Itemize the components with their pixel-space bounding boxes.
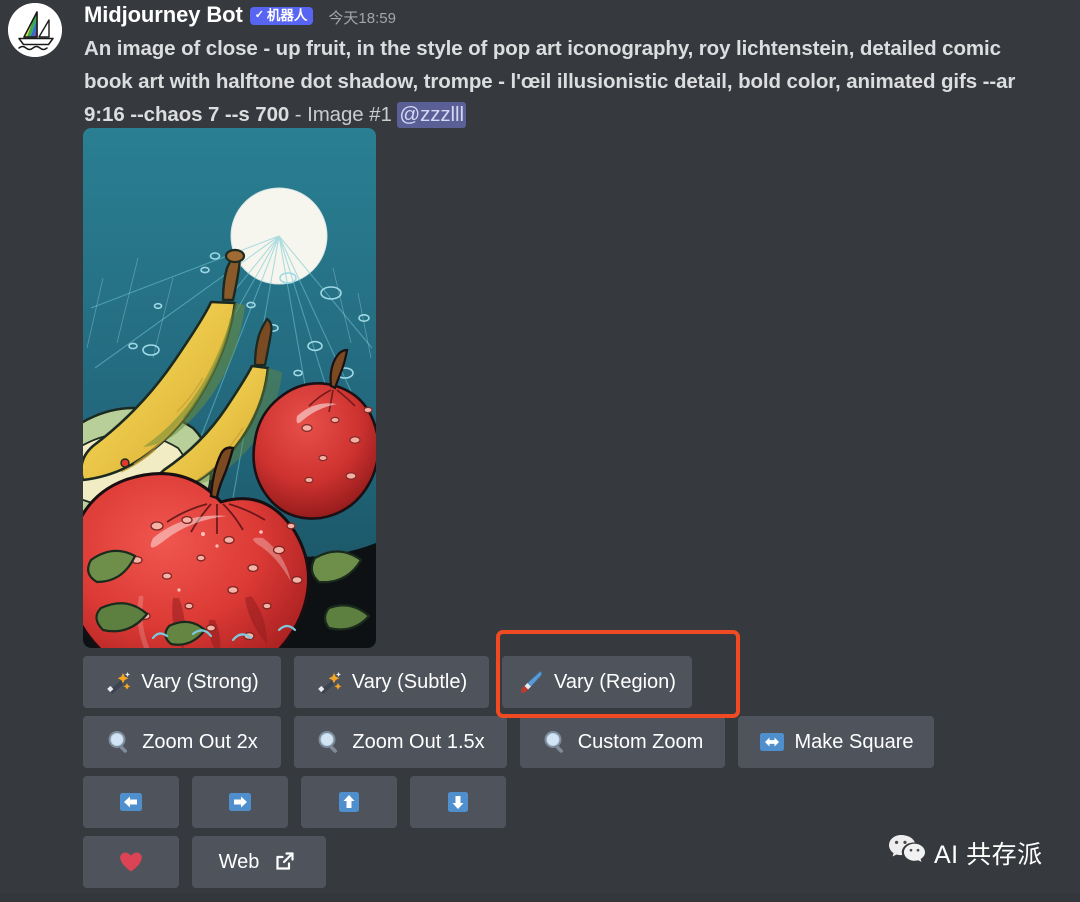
vary-region-button[interactable]: Vary (Region) xyxy=(502,656,692,708)
zoom-out-15x-label: Zoom Out 1.5x xyxy=(352,731,485,753)
action-row-4: Web xyxy=(83,836,326,888)
external-link-icon xyxy=(273,849,299,875)
custom-zoom-button[interactable]: Custom Zoom xyxy=(520,716,725,768)
vary-region-label: Vary (Region) xyxy=(554,671,676,693)
fruit-artwork-illustration xyxy=(83,128,376,648)
zoom-out-15x-button[interactable]: Zoom Out 1.5x xyxy=(294,716,507,768)
magic-wand-icon xyxy=(316,669,342,695)
discord-message-view: Midjourney Bot ✓ 机器人 今天18:59 An image of … xyxy=(0,0,1080,902)
bottom-strip xyxy=(0,894,1080,902)
web-button[interactable]: Web xyxy=(192,836,326,888)
user-mention[interactable]: @zzzlll xyxy=(397,102,466,128)
heart-icon xyxy=(118,849,144,875)
magnifying-glass-icon xyxy=(316,729,342,755)
web-label: Web xyxy=(218,851,260,873)
arrow-right-icon xyxy=(227,789,253,815)
zoom-out-2x-label: Zoom Out 2x xyxy=(142,731,258,753)
vary-strong-button[interactable]: Vary (Strong) xyxy=(83,656,281,708)
paintbrush-icon xyxy=(518,669,544,695)
action-row-3 xyxy=(83,776,506,828)
favorite-button[interactable] xyxy=(83,836,179,888)
generated-image[interactable] xyxy=(83,128,376,648)
message-header: Midjourney Bot ✓ 机器人 今天18:59 xyxy=(84,0,1064,30)
avatar[interactable] xyxy=(8,3,62,57)
bot-badge-label: 机器人 xyxy=(266,7,308,23)
pan-left-button[interactable] xyxy=(83,776,179,828)
arrow-up-icon xyxy=(336,789,362,815)
midjourney-sailboat-logo-icon xyxy=(8,3,62,57)
message-timestamp: 今天18:59 xyxy=(328,9,396,27)
left-right-arrow-icon xyxy=(759,729,785,755)
image-index-label: - Image #1 xyxy=(289,103,398,126)
vary-subtle-button[interactable]: Vary (Subtle) xyxy=(294,656,489,708)
verified-check-icon: ✓ xyxy=(254,9,264,21)
custom-zoom-label: Custom Zoom xyxy=(577,731,704,753)
make-square-label: Make Square xyxy=(794,731,914,753)
action-row-1: Vary (Strong) Vary (Subtle) Vary (Region… xyxy=(83,656,692,708)
action-row-2: Zoom Out 2x Zoom Out 1.5x Custom Zoom Ma… xyxy=(83,716,934,768)
pan-up-button[interactable] xyxy=(301,776,397,828)
watermark-text: AI 共存派 xyxy=(934,840,1043,869)
message-body: Midjourney Bot ✓ 机器人 今天18:59 An image of … xyxy=(84,0,1064,131)
prompt-text: An image of close - up fruit, in the sty… xyxy=(84,37,1016,126)
pan-down-button[interactable] xyxy=(410,776,506,828)
pan-right-button[interactable] xyxy=(192,776,288,828)
magnifying-glass-icon xyxy=(542,729,568,755)
arrow-left-icon xyxy=(118,789,144,815)
message-author[interactable]: Midjourney Bot xyxy=(84,2,243,28)
vary-subtle-label: Vary (Subtle) xyxy=(351,671,468,693)
make-square-button[interactable]: Make Square xyxy=(738,716,934,768)
message-content: An image of close - up fruit, in the sty… xyxy=(84,32,1024,131)
arrow-down-icon xyxy=(445,789,471,815)
magic-wand-icon xyxy=(105,669,131,695)
watermark: AI 共存派 xyxy=(888,833,1043,872)
magnifying-glass-icon xyxy=(106,729,132,755)
vary-strong-label: Vary (Strong) xyxy=(141,671,259,693)
wechat-icon xyxy=(888,833,926,872)
zoom-out-2x-button[interactable]: Zoom Out 2x xyxy=(83,716,281,768)
bot-badge: ✓ 机器人 xyxy=(249,6,314,26)
